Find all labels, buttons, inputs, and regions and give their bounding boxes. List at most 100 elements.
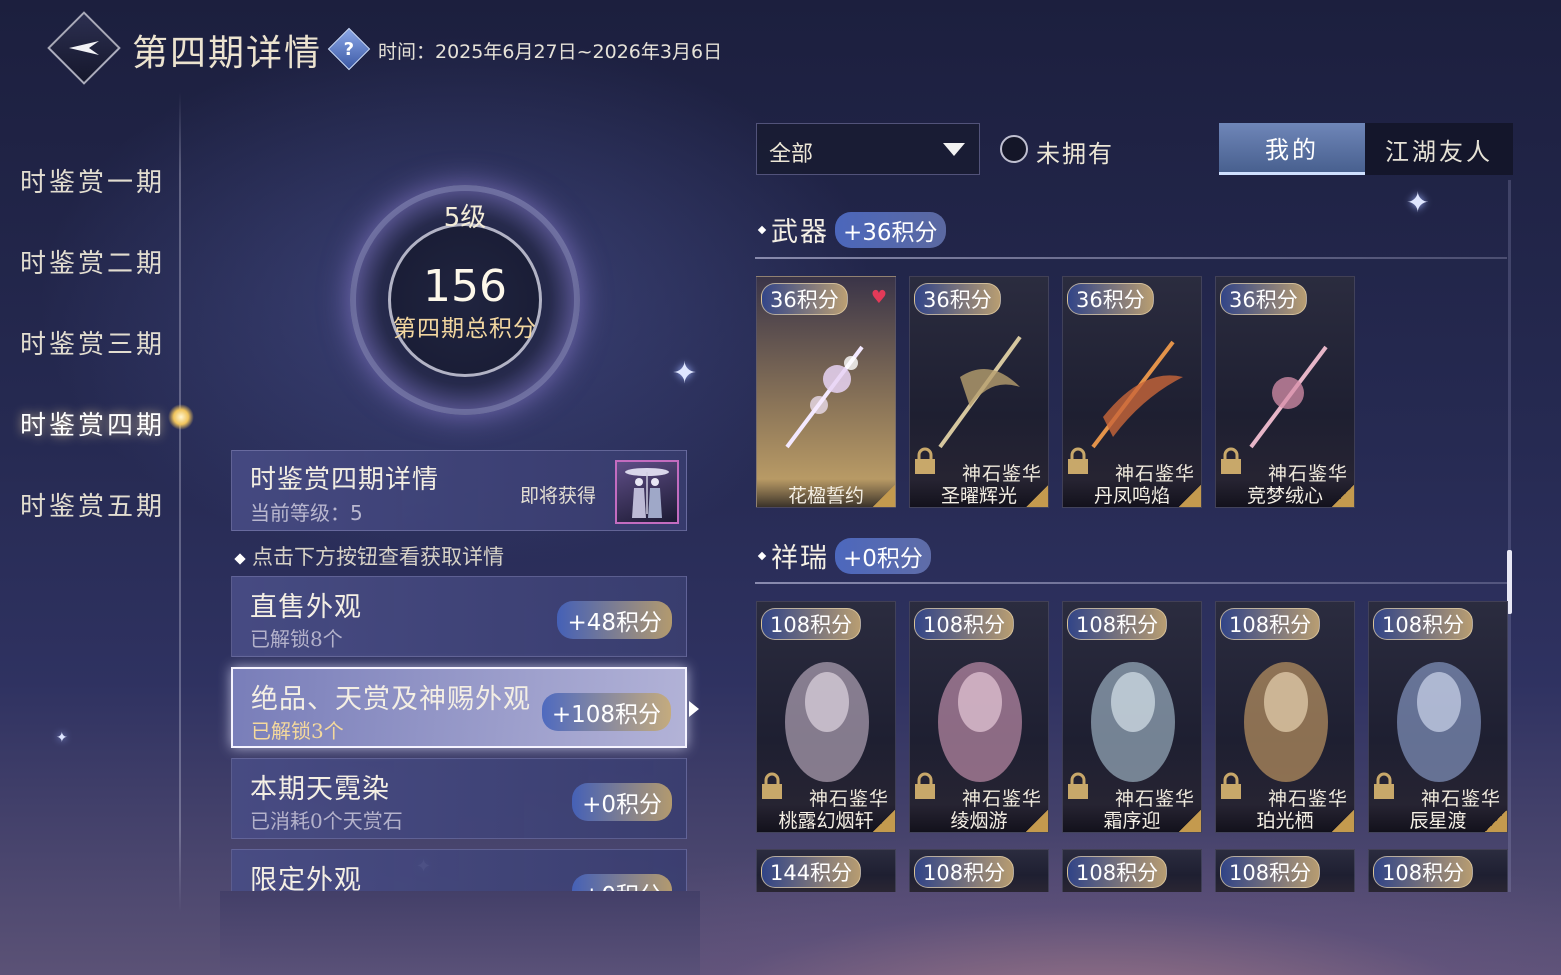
category-title: 绝品、天赏及神赐外观 xyxy=(251,684,531,715)
item-scroll-area[interactable]: 武器 +36积分 36积分 ♥ 花楹誓约 36积分 神石鉴华 圣曜辉光 36积分 xyxy=(755,180,1513,892)
item-card[interactable]: 108积分 神石鉴华 桃露幻烟轩 xyxy=(756,601,896,833)
item-card[interactable]: 108积分 神石鉴华 珀光栖 xyxy=(1215,601,1355,833)
section-points: +0积分 xyxy=(835,537,931,574)
mount-art-icon xyxy=(1244,662,1328,782)
item-points: 108积分 xyxy=(761,608,862,640)
sidebar-divider xyxy=(179,92,181,912)
category-sub: 已消耗0个天赏石 xyxy=(250,809,403,833)
item-points: 108积分 xyxy=(1067,856,1168,888)
category-premium[interactable]: 绝品、天赏及神赐外观 已解锁3个 +108积分 xyxy=(231,667,699,748)
current-level: 当前等级：5 xyxy=(250,501,363,525)
detail-title: 时鉴赏四期详情 xyxy=(250,465,440,495)
item-card[interactable]: 144积分 xyxy=(756,849,896,892)
item-card[interactable]: 36积分 神石鉴华 竞梦绒心 xyxy=(1215,276,1355,508)
back-button[interactable] xyxy=(47,11,121,85)
item-points: 108积分 xyxy=(914,608,1015,640)
total-score-caption: 第四期总积分 xyxy=(393,316,537,342)
lock-icon xyxy=(1068,447,1088,474)
tab-friends[interactable]: 江湖友人 xyxy=(1365,123,1513,175)
lock-icon xyxy=(1068,772,1088,799)
filter-dropdown[interactable]: 全部 xyxy=(756,123,980,175)
item-card[interactable]: 36积分 神石鉴华 圣曜辉光 xyxy=(909,276,1049,508)
tab-mine[interactable]: 我的 xyxy=(1219,123,1365,175)
item-points: 36积分 xyxy=(914,283,1001,315)
item-card[interactable]: 108积分 xyxy=(909,849,1049,892)
corner-badge-icon xyxy=(1026,485,1048,507)
item-points: 36积分 xyxy=(761,283,848,315)
item-points: 108积分 xyxy=(1067,608,1168,640)
sparkle-icon: ✦ xyxy=(56,730,68,746)
hint-text: 点击下方按钮查看获取详情 xyxy=(234,541,504,571)
item-points: 108积分 xyxy=(1373,856,1474,888)
back-arrow-icon xyxy=(69,41,99,55)
page-title: 第四期详情 xyxy=(132,33,323,74)
item-points: 108积分 xyxy=(1220,856,1321,888)
item-card[interactable]: 108积分 xyxy=(1215,849,1355,892)
score-ring: 5级 156 第四期总积分 xyxy=(338,185,598,415)
corner-badge-icon xyxy=(1332,485,1354,507)
corner-badge-icon xyxy=(1179,485,1201,507)
section-divider xyxy=(755,257,1507,259)
coming-soon-label: 即将获得 xyxy=(520,485,597,507)
heart-icon[interactable]: ♥ xyxy=(871,287,887,308)
reward-thumbnail[interactable] xyxy=(615,460,679,524)
lock-icon xyxy=(1374,772,1394,799)
mount-art-icon xyxy=(1397,662,1481,782)
sidebar-item-period-4[interactable]: 时鉴赏四期 xyxy=(20,405,165,442)
weapon-art-icon xyxy=(938,335,1022,449)
item-points: 108积分 xyxy=(1373,608,1474,640)
section-divider xyxy=(755,582,1507,584)
question-icon: ? xyxy=(343,38,355,60)
lock-icon xyxy=(915,772,935,799)
mount-art-icon xyxy=(1091,662,1175,782)
corner-badge-icon xyxy=(873,485,895,507)
section-title: 武器 xyxy=(771,217,829,248)
item-points: 36积分 xyxy=(1220,283,1307,315)
corner-badge-icon xyxy=(1332,810,1354,832)
period-detail-card[interactable]: 时鉴赏四期详情 当前等级：5 即将获得 xyxy=(231,450,687,531)
unowned-label[interactable]: 未拥有 xyxy=(1036,134,1114,169)
selected-arrow-icon xyxy=(689,701,699,717)
item-card[interactable]: 36积分 ♥ 花楹誓约 xyxy=(756,276,896,508)
item-card[interactable]: 108积分 神石鉴华 绫烟游 xyxy=(909,601,1049,833)
corner-badge-icon xyxy=(1179,810,1201,832)
weapon-art-icon xyxy=(1091,340,1183,449)
category-sub: 已解锁8个 xyxy=(250,627,343,651)
character-pair-icon xyxy=(625,468,669,518)
item-card[interactable]: 108积分 xyxy=(1062,849,1202,892)
total-score: 156 xyxy=(423,261,507,312)
item-card[interactable]: 108积分 神石鉴华 霜序迎 xyxy=(1062,601,1202,833)
chevron-down-icon xyxy=(943,143,965,156)
sidebar-item-period-2[interactable]: 时鉴赏二期 xyxy=(20,243,165,280)
hint-label: 点击下方按钮查看获取详情 xyxy=(252,545,504,569)
corner-badge-icon xyxy=(1485,810,1507,832)
category-points: +48积分 xyxy=(557,601,672,639)
sidebar-item-period-1[interactable]: 时鉴赏一期 xyxy=(20,162,165,199)
lock-icon xyxy=(762,772,782,799)
time-range-label: 时间：2025年6月27日~2026年3月6日 xyxy=(378,41,723,63)
category-direct-sale[interactable]: 直售外观 已解锁8个 +48积分 xyxy=(231,576,687,657)
category-dye[interactable]: 本期天霓染 已消耗0个天赏石 +0积分 xyxy=(231,758,687,839)
lock-icon xyxy=(915,447,935,474)
section-auspicious-header: 祥瑞 +0积分 xyxy=(757,536,931,575)
category-title: 直售外观 xyxy=(250,592,362,623)
section-title: 祥瑞 xyxy=(771,543,829,574)
lock-icon xyxy=(1221,772,1241,799)
item-card[interactable]: 108积分 xyxy=(1368,849,1508,892)
lock-icon xyxy=(1221,447,1241,474)
item-points: 108积分 xyxy=(1220,608,1321,640)
unowned-radio[interactable] xyxy=(1000,135,1028,163)
help-button[interactable]: ? xyxy=(327,27,371,71)
item-points: 36积分 xyxy=(1067,283,1154,315)
sidebar-item-period-5[interactable]: 时鉴赏五期 xyxy=(20,486,165,523)
active-marker-icon xyxy=(168,404,194,430)
section-points: +36积分 xyxy=(835,211,946,248)
corner-badge-icon xyxy=(873,810,895,832)
item-card[interactable]: 36积分 神石鉴华 丹凤鸣焰 xyxy=(1062,276,1202,508)
item-card[interactable]: 108积分 神石鉴华 辰星渡 xyxy=(1368,601,1508,833)
sparkle-icon: ✦ xyxy=(672,356,698,391)
category-title: 本期天霓染 xyxy=(250,774,390,805)
category-points: +0积分 xyxy=(572,783,672,821)
dropdown-value: 全部 xyxy=(769,142,814,167)
sidebar-item-period-3[interactable]: 时鉴赏三期 xyxy=(20,324,165,361)
